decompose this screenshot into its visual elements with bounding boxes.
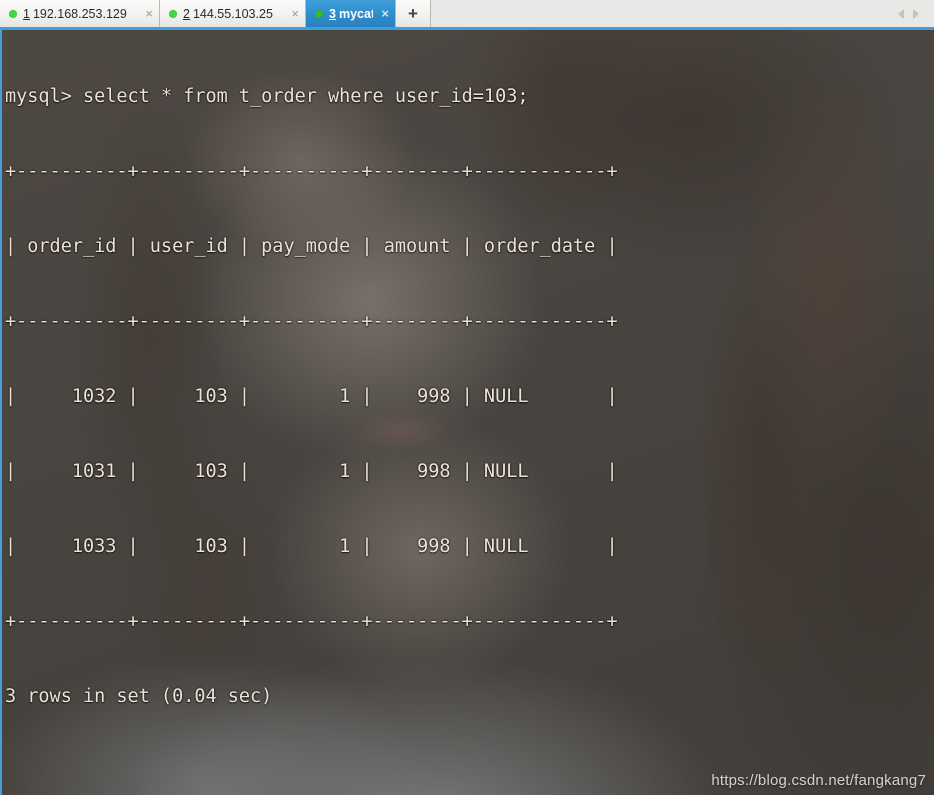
close-icon[interactable]: × bbox=[283, 7, 299, 20]
tab-bar-filler bbox=[431, 0, 882, 27]
tab-mycat[interactable]: 3 mycat × bbox=[306, 0, 396, 27]
tab-number: 2 bbox=[183, 6, 190, 21]
watermark-text: https://blog.csdn.net/fangkang7 bbox=[711, 772, 926, 789]
terminal-line: mysql> select * from t_order where user_… bbox=[5, 86, 529, 107]
close-icon[interactable]: × bbox=[137, 7, 153, 20]
tab-bar-accent-underline bbox=[0, 27, 934, 30]
tab-number: 1 bbox=[23, 6, 30, 21]
tab-number: 3 bbox=[329, 6, 336, 21]
scroll-right-icon[interactable] bbox=[912, 8, 919, 19]
terminal-line: 3 rows in set (0.04 sec) bbox=[5, 686, 273, 707]
scroll-left-icon[interactable] bbox=[897, 8, 904, 19]
terminal-line: | 1031 | 103 | 1 | 998 | NULL | bbox=[5, 461, 618, 482]
terminal-line: +----------+---------+----------+-------… bbox=[5, 311, 618, 332]
terminal-line: +----------+---------+----------+-------… bbox=[5, 161, 618, 182]
terminal-focus-border bbox=[0, 30, 2, 795]
terminal-line: | 1032 | 103 | 1 | 998 | NULL | bbox=[5, 386, 618, 407]
connection-status-dot-icon bbox=[315, 9, 323, 18]
terminal-line: +----------+---------+----------+-------… bbox=[5, 611, 618, 632]
terminal-line: | order_id | user_id | pay_mode | amount… bbox=[5, 236, 618, 257]
tab-144-55-103-25[interactable]: 2 144.55.103.25 × bbox=[160, 0, 306, 27]
tab-label: 192.168.253.129 bbox=[32, 6, 127, 21]
connection-status-dot-icon bbox=[169, 9, 177, 18]
tab-bar: 1 192.168.253.129 × 2 144.55.103.25 × 3 … bbox=[0, 0, 934, 27]
close-icon[interactable]: × bbox=[373, 7, 389, 20]
terminal-pane[interactable]: mysql> select * from t_order where user_… bbox=[0, 30, 934, 795]
connection-status-dot-icon bbox=[9, 9, 17, 18]
tab-label: mycat bbox=[338, 6, 374, 21]
terminal-line: | 1033 | 103 | 1 | 998 | NULL | bbox=[5, 536, 618, 557]
tab-scroll-controls bbox=[882, 0, 934, 27]
tab-label: 144.55.103.25 bbox=[192, 6, 273, 21]
terminal-output[interactable]: mysql> select * from t_order where user_… bbox=[0, 30, 934, 795]
tab-192-168-253-129[interactable]: 1 192.168.253.129 × bbox=[0, 0, 160, 27]
new-tab-button[interactable]: + bbox=[396, 0, 431, 27]
